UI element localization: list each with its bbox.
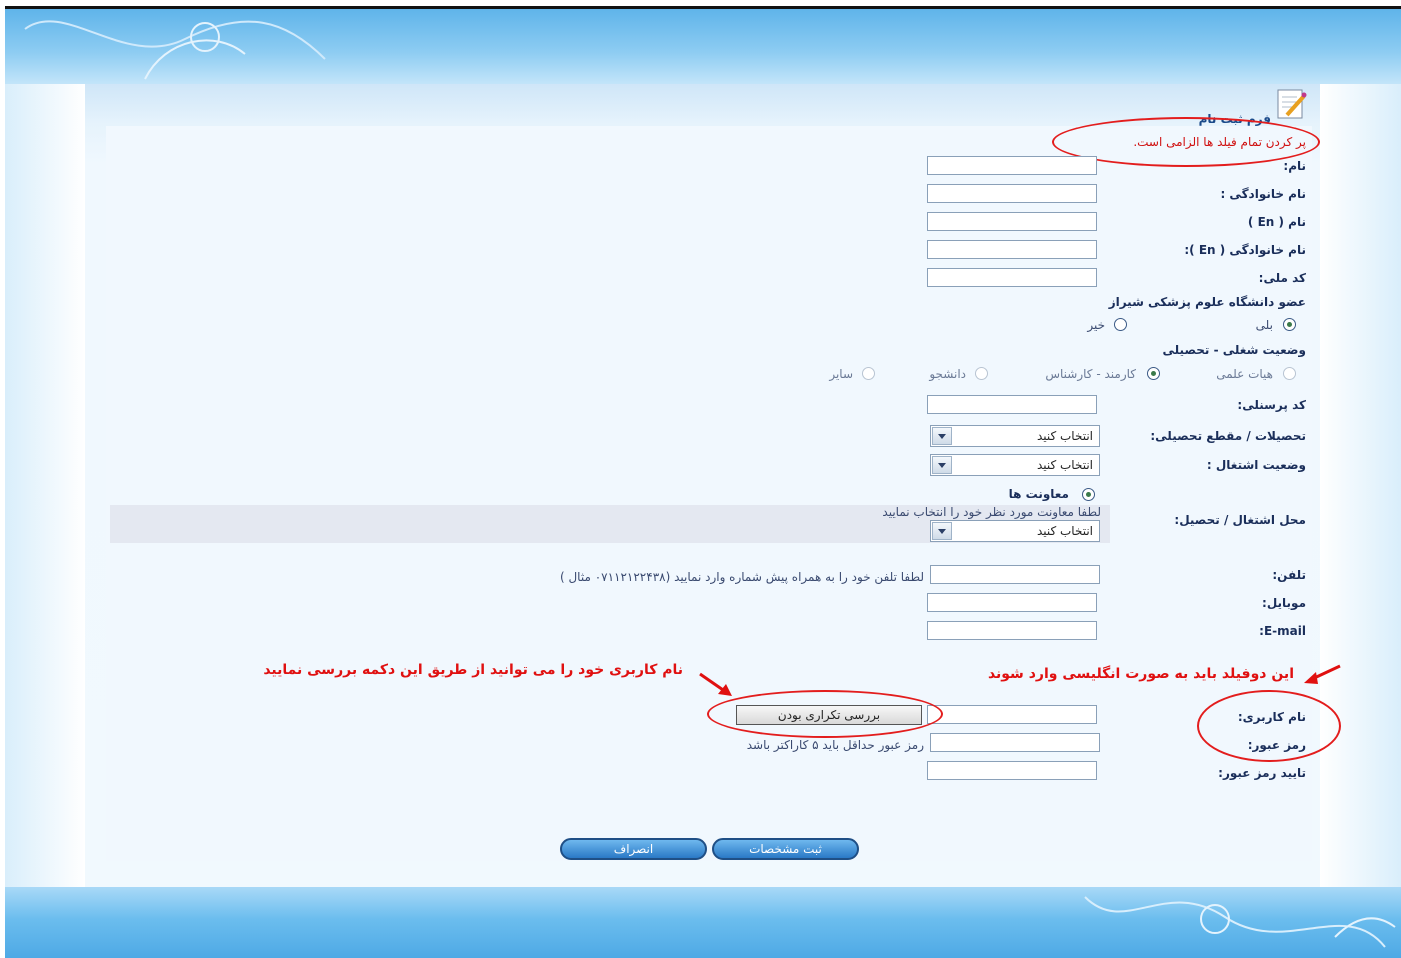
- footer-banner: [5, 887, 1401, 958]
- employment-status-label: وضعیت اشتغال :: [1206, 458, 1306, 472]
- first-name-en-field[interactable]: [927, 212, 1097, 231]
- submit-button[interactable]: ثبت مشخصات: [712, 838, 859, 860]
- left-side-gradient: [5, 84, 85, 887]
- job-student-label: دانشجو: [929, 367, 966, 381]
- floral-ornament: [1084, 896, 1396, 948]
- password-field[interactable]: [930, 733, 1100, 752]
- education-select[interactable]: انتخاب کنید: [930, 425, 1100, 447]
- chevron-down-icon[interactable]: [932, 456, 952, 474]
- job-staff-radio[interactable]: [1147, 367, 1160, 380]
- deputies-label: معاونت ها: [1008, 487, 1069, 501]
- job-faculty-radio[interactable]: [1283, 367, 1296, 380]
- mobile-field[interactable]: [927, 593, 1097, 612]
- english-fields-annotation: این دوفیلد باید به صورت انگلیسی وارد شون…: [987, 666, 1294, 682]
- password-label: رمز عبور:: [1247, 738, 1306, 752]
- member-no-label: خیر: [1087, 318, 1105, 332]
- first-name-field[interactable]: [927, 156, 1097, 175]
- member-yes-radio[interactable]: [1283, 318, 1296, 331]
- phone-hint: لطفا تلفن خود را به همراه پیش شماره وارد…: [559, 570, 924, 584]
- arrow-icon: [1304, 664, 1341, 684]
- deputy-select-value: انتخاب کنید: [1036, 524, 1093, 538]
- member-question-label: عضو دانشگاه علوم پزشکی شیراز: [1108, 295, 1306, 309]
- deputy-select[interactable]: انتخاب کنید: [930, 520, 1100, 542]
- email-field[interactable]: [927, 621, 1097, 640]
- job-faculty-label: هیات علمی: [1216, 367, 1273, 381]
- last-name-en-label: نام خانوادگی ( En ):: [1184, 243, 1306, 257]
- last-name-field[interactable]: [927, 184, 1097, 203]
- floral-ornament: [24, 20, 326, 80]
- personnel-code-label: کد پرسنلی:: [1237, 398, 1306, 412]
- job-other-label: سایر: [829, 367, 853, 381]
- annotation-ellipse: [707, 690, 943, 738]
- username-field[interactable]: [927, 705, 1097, 724]
- first-name-en-label: نام ( En ): [1247, 215, 1306, 229]
- workplace-label: محل اشتغال / تحصیل:: [1174, 513, 1306, 527]
- last-name-label: نام خانوادگی :: [1220, 187, 1306, 201]
- confirm-password-field[interactable]: [927, 761, 1097, 780]
- national-code-label: کد ملی:: [1258, 271, 1306, 285]
- member-yes-label: بلی: [1255, 318, 1273, 332]
- confirm-password-label: تایید رمز عبور:: [1218, 766, 1306, 780]
- last-name-en-field[interactable]: [927, 240, 1097, 259]
- deputies-radio[interactable]: [1082, 488, 1095, 501]
- email-label: E-mail:: [1259, 624, 1306, 638]
- job-staff-label: کارمند - کارشناس: [1045, 367, 1136, 381]
- chevron-down-icon[interactable]: [932, 522, 952, 540]
- username-label: نام کاربری:: [1237, 710, 1306, 724]
- job-status-label: وضعیت شغلی - تحصیلی: [1162, 343, 1306, 357]
- cancel-button[interactable]: انصراف: [560, 838, 707, 860]
- phone-field[interactable]: [930, 565, 1100, 584]
- chevron-down-icon[interactable]: [932, 427, 952, 445]
- employment-status-select[interactable]: انتخاب کنید: [930, 454, 1100, 476]
- form-panel: [106, 126, 1312, 861]
- deputy-hint: لطفا معاونت مورد نظر خود را انتخاب نمایی…: [882, 505, 1101, 519]
- password-hint: رمز عبور حداقل باید ۵ کاراکتر باشد: [746, 738, 924, 752]
- member-no-radio[interactable]: [1114, 318, 1127, 331]
- job-student-radio[interactable]: [975, 367, 988, 380]
- form-edit-icon: [1275, 88, 1307, 120]
- national-code-field[interactable]: [927, 268, 1097, 287]
- job-other-radio[interactable]: [862, 367, 875, 380]
- first-name-label: نام:: [1283, 159, 1306, 173]
- education-select-value: انتخاب کنید: [1036, 429, 1093, 443]
- phone-label: تلفن:: [1272, 568, 1306, 582]
- personnel-code-field[interactable]: [927, 395, 1097, 414]
- right-side-gradient: [1320, 84, 1401, 887]
- check-button-annotation: نام کاربری خود را می توانید از طریق این …: [263, 662, 683, 678]
- mobile-label: موبایل:: [1262, 596, 1306, 610]
- employment-select-value: انتخاب کنید: [1036, 458, 1093, 472]
- header-banner: [5, 6, 1401, 87]
- arrow-icon: [699, 672, 732, 696]
- education-label: تحصیلات / مقطع تحصیلی:: [1150, 429, 1306, 443]
